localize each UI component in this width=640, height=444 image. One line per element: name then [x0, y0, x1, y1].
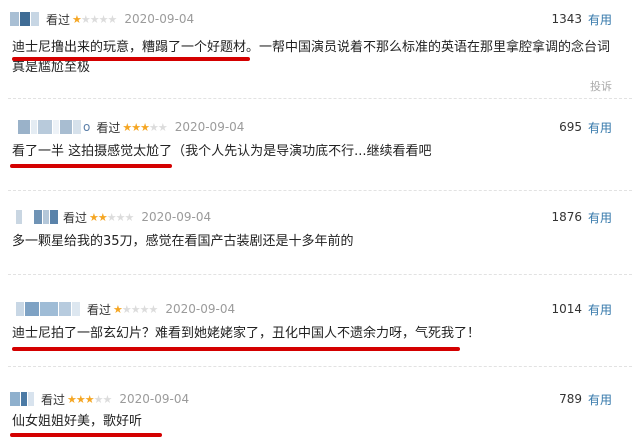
- vote-count: 1876: [551, 210, 582, 224]
- vote-area: 1343 有用: [551, 8, 612, 30]
- vote-count: 695: [559, 120, 582, 134]
- vote-count: 789: [559, 392, 582, 406]
- username-blurred[interactable]: [16, 209, 59, 225]
- divider: [8, 98, 632, 99]
- useful-button[interactable]: 有用: [588, 301, 612, 318]
- username-blurred[interactable]: [10, 391, 35, 407]
- review-content: 多一颗星给我的35刀，感觉在看国产古装剧还是十多年前的: [12, 232, 622, 252]
- review-text: 多一颗星给我的35刀，感觉在看国产古装剧还是十多年前的: [12, 234, 354, 249]
- rating-stars: ★★★★★: [67, 392, 112, 406]
- review-content: 仙女姐姐好美，歌好听: [12, 412, 622, 432]
- review-date: 2020-09-04: [174, 120, 245, 134]
- review-date: 2020-09-04: [165, 302, 236, 316]
- highlighted-text: 看了一半 这拍摄感觉太尬了: [12, 144, 173, 159]
- vote-area: 1876 有用: [551, 206, 612, 228]
- review-content: 看了一半 这拍摄感觉太尬了（我个人先认为是导演功底不行...继续看看吧: [12, 142, 622, 162]
- username-blurred[interactable]: [16, 301, 81, 317]
- review-date: 2020-09-04: [141, 210, 212, 224]
- useful-button[interactable]: 有用: [588, 119, 612, 136]
- review-meta: 看过 ★★★★★ 2020-09-04: [10, 388, 189, 410]
- watched-label: 看过: [87, 302, 112, 317]
- useful-button[interactable]: 有用: [588, 11, 612, 28]
- review-meta: o 看过 ★★★★★ 2020-09-04: [18, 116, 244, 138]
- divider: [8, 366, 632, 367]
- watched-label: 看过: [41, 392, 66, 407]
- report-link[interactable]: 投诉: [590, 78, 612, 94]
- vote-count: 1014: [551, 302, 582, 316]
- red-underline: [12, 347, 460, 351]
- divider: [8, 274, 632, 275]
- highlighted-text: 迪士尼拍了一部玄幻片？难看到她姥姥家了，丑化中国人不遗余力呀，气死我了！: [12, 326, 481, 341]
- review-content: 迪士尼拍了一部玄幻片？难看到她姥姥家了，丑化中国人不遗余力呀，气死我了！: [12, 324, 622, 344]
- rating-stars: ★★★★★: [89, 210, 134, 224]
- watched-label: 看过: [63, 210, 88, 225]
- vote-area: 789 有用: [559, 388, 612, 410]
- useful-button[interactable]: 有用: [588, 391, 612, 408]
- review-meta: 看过 ★★★★★ 2020-09-04: [16, 298, 235, 320]
- review-meta: 看过 ★★★★★ 2020-09-04: [10, 8, 194, 30]
- vote-count: 1343: [551, 12, 582, 26]
- rating-stars: ★★★★★: [122, 120, 167, 134]
- divider: [8, 190, 632, 191]
- username-tail[interactable]: o: [83, 120, 90, 134]
- highlighted-text: 仙女姐姐好美，歌好听: [12, 414, 143, 429]
- review-meta: 看过 ★★★★★ 2020-09-04: [16, 206, 211, 228]
- vote-area: 695 有用: [559, 116, 612, 138]
- watched-label: 看过: [46, 12, 71, 27]
- highlighted-text: 迪士尼撸出来的玩意，糟蹋了一个好题材: [12, 40, 247, 55]
- review-date: 2020-09-04: [119, 392, 190, 406]
- review-text: （我个人先认为是导演功底不行...继续看看吧: [172, 144, 432, 159]
- rating-stars: ★★★★★: [113, 302, 158, 316]
- red-underline: [10, 433, 162, 437]
- red-underline: [12, 57, 250, 61]
- red-underline: [10, 164, 172, 168]
- rating-stars: ★★★★★: [72, 12, 117, 26]
- username-blurred[interactable]: [10, 11, 40, 27]
- vote-area: 1014 有用: [551, 298, 612, 320]
- username-blurred[interactable]: [18, 119, 82, 135]
- watched-label: 看过: [96, 120, 121, 135]
- useful-button[interactable]: 有用: [588, 209, 612, 226]
- review-date: 2020-09-04: [124, 12, 195, 26]
